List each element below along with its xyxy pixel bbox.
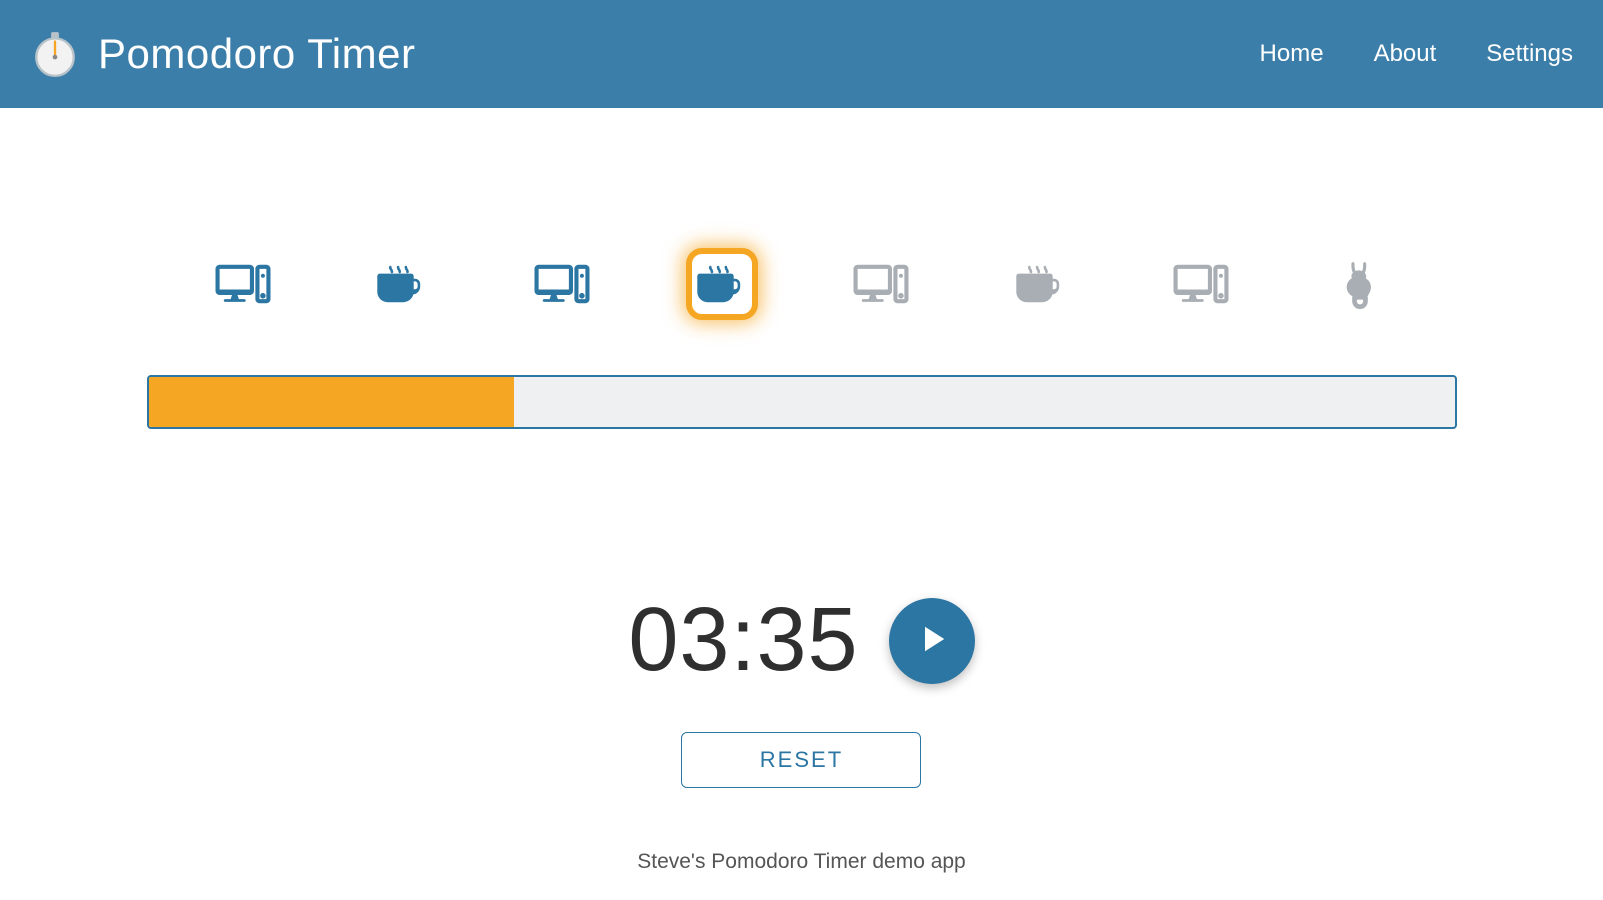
play-icon bbox=[911, 618, 953, 663]
phase-7-long-break-icon bbox=[1324, 248, 1396, 320]
footer-text: Steve's Pomodoro Timer demo app bbox=[637, 850, 966, 874]
time-display: 03:35 bbox=[628, 589, 858, 692]
phase-indicator-row bbox=[147, 248, 1457, 320]
timer-area: 03:35 RESET Steve's Pomodoro Timer demo … bbox=[628, 589, 974, 874]
phase-0-work-icon bbox=[207, 248, 279, 320]
reset-button[interactable]: RESET bbox=[681, 732, 921, 788]
phase-2-work-icon bbox=[526, 248, 598, 320]
nav-settings[interactable]: Settings bbox=[1486, 40, 1573, 68]
nav-home[interactable]: Home bbox=[1260, 40, 1324, 68]
play-button[interactable] bbox=[889, 598, 975, 684]
phase-6-work-icon bbox=[1165, 248, 1237, 320]
top-nav: Home About Settings bbox=[1260, 40, 1573, 68]
main-content: 03:35 RESET Steve's Pomodoro Timer demo … bbox=[0, 108, 1603, 874]
progress-bar-fill bbox=[149, 377, 515, 427]
brand: Pomodoro Timer bbox=[30, 29, 415, 79]
phase-4-work-icon bbox=[845, 248, 917, 320]
phase-5-break-icon bbox=[1005, 248, 1077, 320]
nav-about[interactable]: About bbox=[1374, 40, 1437, 68]
stopwatch-icon bbox=[30, 29, 80, 79]
phase-1-break-icon bbox=[366, 248, 438, 320]
phase-3-break-icon bbox=[686, 248, 758, 320]
timer-line: 03:35 bbox=[628, 589, 974, 692]
app-title: Pomodoro Timer bbox=[98, 30, 415, 78]
app-header: Pomodoro Timer Home About Settings bbox=[0, 0, 1603, 108]
progress-bar bbox=[147, 375, 1457, 429]
